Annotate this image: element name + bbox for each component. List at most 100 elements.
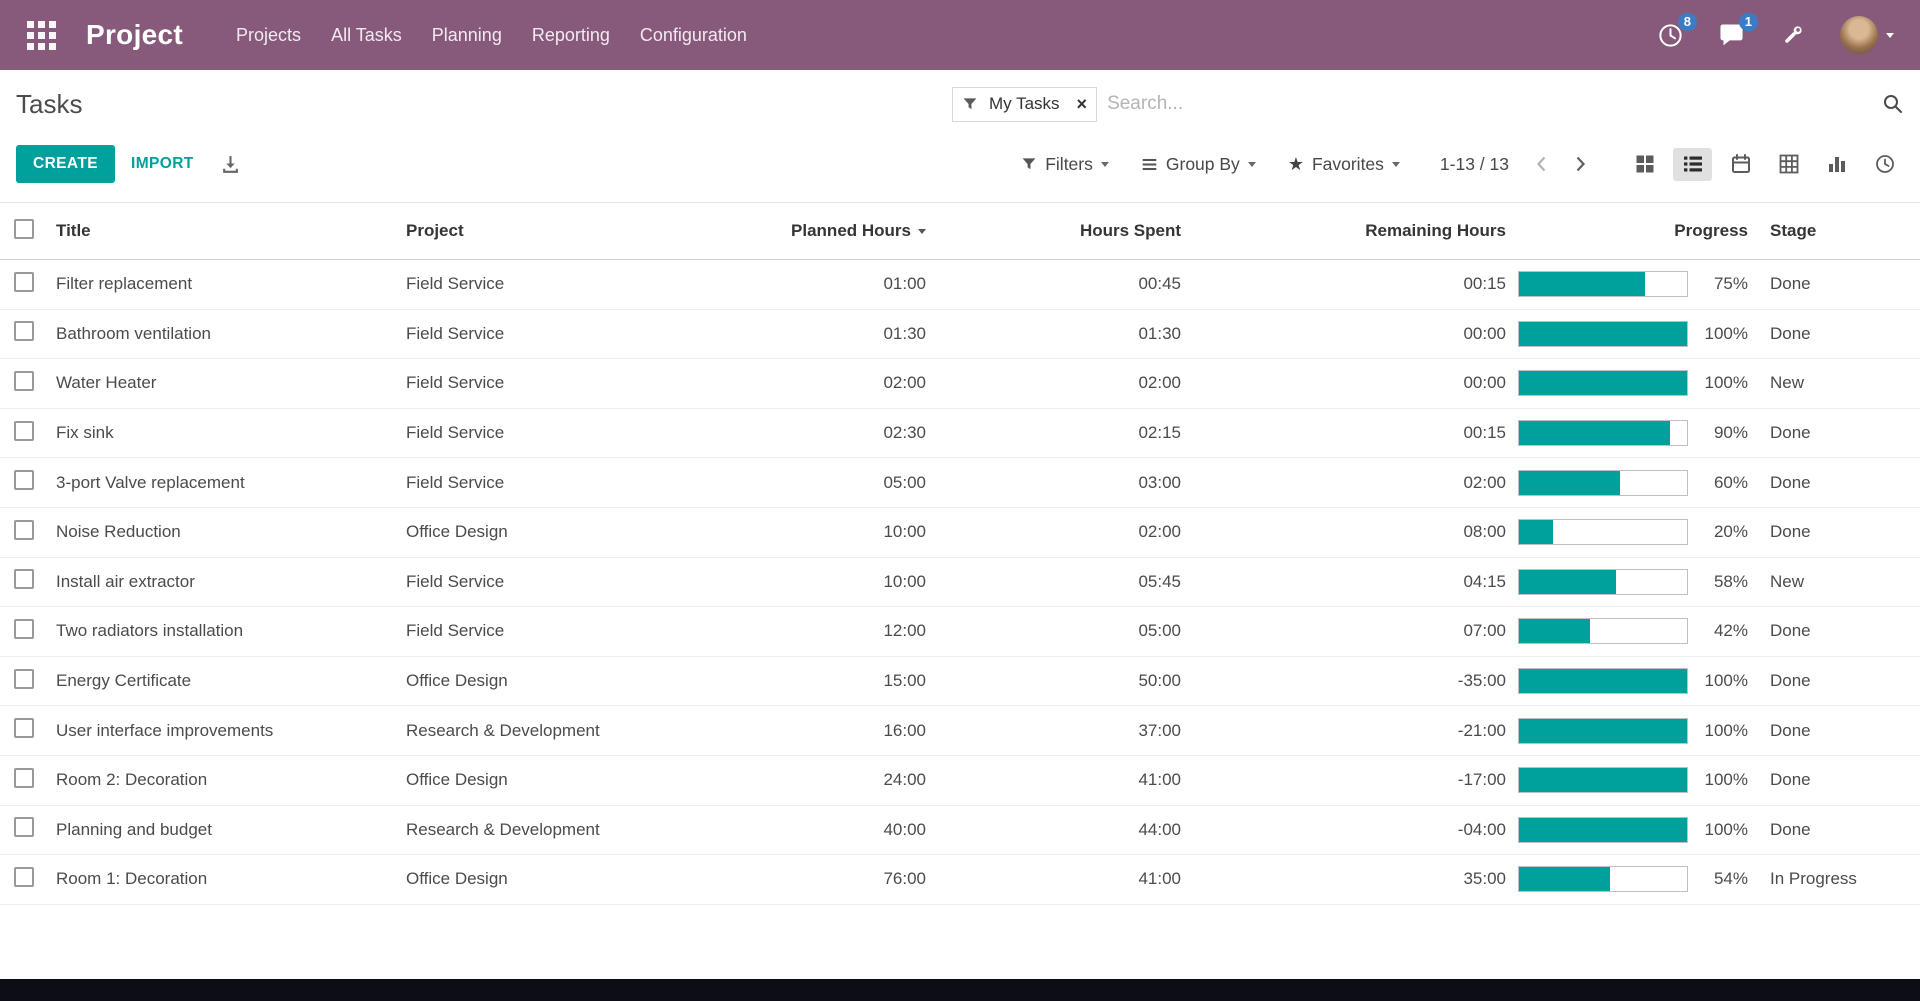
systray: 8 1 bbox=[1657, 12, 1920, 54]
activity-clock-icon[interactable]: 8 bbox=[1657, 12, 1697, 49]
tools-wrench-icon[interactable] bbox=[1779, 22, 1806, 49]
task-stage: Done bbox=[1770, 522, 1811, 542]
task-stage: Done bbox=[1770, 671, 1811, 691]
header-hours-spent[interactable]: Hours Spent bbox=[926, 221, 1181, 241]
row-checkbox[interactable] bbox=[14, 718, 34, 739]
task-row[interactable]: Room 2: Decoration Office Design 24:00 4… bbox=[0, 756, 1920, 806]
header-title[interactable]: Title bbox=[56, 221, 406, 241]
task-row[interactable]: Planning and budget Research & Developme… bbox=[0, 806, 1920, 856]
download-icon[interactable] bbox=[220, 154, 241, 175]
row-checkbox[interactable] bbox=[14, 370, 34, 391]
import-button[interactable]: IMPORT bbox=[131, 155, 194, 173]
task-planned-hours: 24:00 bbox=[883, 770, 926, 790]
page-title: Tasks bbox=[16, 88, 83, 119]
task-hours-spent: 02:00 bbox=[1138, 373, 1181, 393]
chevron-down-icon bbox=[1886, 32, 1894, 38]
task-remaining-hours: 35:00 bbox=[1463, 869, 1506, 889]
search-input[interactable] bbox=[1107, 93, 1874, 115]
row-checkbox[interactable] bbox=[14, 866, 34, 887]
row-checkbox[interactable] bbox=[14, 271, 34, 292]
row-checkbox[interactable] bbox=[14, 618, 34, 639]
task-row[interactable]: Install air extractor Field Service 10:0… bbox=[0, 558, 1920, 608]
facet-remove-icon[interactable]: × bbox=[1068, 88, 1097, 121]
task-row[interactable]: Filter replacement Field Service 01:00 0… bbox=[0, 260, 1920, 310]
task-progress-cell: 100% bbox=[1506, 816, 1756, 843]
menu-all-tasks[interactable]: All Tasks bbox=[316, 0, 417, 70]
task-project: Research & Development bbox=[406, 819, 600, 839]
row-checkbox[interactable] bbox=[14, 767, 34, 788]
row-checkbox[interactable] bbox=[14, 668, 34, 689]
menu-reporting[interactable]: Reporting bbox=[517, 0, 625, 70]
header-planned-hours[interactable]: Planned Hours bbox=[736, 221, 926, 241]
pager-next-icon[interactable] bbox=[1561, 154, 1599, 174]
row-checkbox[interactable] bbox=[14, 420, 34, 441]
task-project: Field Service bbox=[406, 571, 505, 591]
menu-planning[interactable]: Planning bbox=[417, 0, 517, 70]
row-checkbox[interactable] bbox=[14, 470, 34, 491]
task-project: Field Service bbox=[406, 423, 505, 443]
user-menu[interactable] bbox=[1840, 16, 1894, 54]
task-stage: New bbox=[1770, 571, 1805, 591]
task-stage: Done bbox=[1770, 274, 1811, 294]
header-stage[interactable]: Stage bbox=[1756, 221, 1920, 241]
pager-previous-icon[interactable] bbox=[1523, 154, 1561, 174]
select-all-checkbox[interactable] bbox=[14, 218, 34, 239]
task-row[interactable]: Two radiators installation Field Service… bbox=[0, 607, 1920, 657]
task-planned-hours: 02:00 bbox=[883, 373, 926, 393]
task-row[interactable]: Noise Reduction Office Design 10:00 02:0… bbox=[0, 508, 1920, 558]
menu-configuration[interactable]: Configuration bbox=[625, 0, 762, 70]
task-row[interactable]: Bathroom ventilation Field Service 01:30… bbox=[0, 310, 1920, 360]
task-progress-cell: 42% bbox=[1506, 618, 1756, 645]
star-icon: ★ bbox=[1287, 154, 1304, 174]
task-project: Field Service bbox=[406, 274, 505, 294]
header-progress[interactable]: Progress bbox=[1506, 221, 1756, 241]
row-checkbox[interactable] bbox=[14, 569, 34, 590]
progress-fill bbox=[1519, 421, 1671, 446]
task-row[interactable]: Room 1: Decoration Office Design 76:00 4… bbox=[0, 855, 1920, 905]
graph-view-icon[interactable] bbox=[1817, 148, 1856, 181]
task-progress-cell: 100% bbox=[1506, 320, 1756, 347]
task-row[interactable]: Energy Certificate Office Design 15:00 5… bbox=[0, 657, 1920, 707]
task-planned-hours: 01:30 bbox=[883, 323, 926, 343]
task-title: Filter replacement bbox=[56, 274, 193, 294]
task-stage: Done bbox=[1770, 770, 1811, 790]
progress-percent: 100% bbox=[1704, 323, 1748, 343]
task-row[interactable]: Fix sink Field Service 02:30 02:15 00:15… bbox=[0, 409, 1920, 459]
header-remaining-hours[interactable]: Remaining Hours bbox=[1181, 221, 1506, 241]
task-project: Office Design bbox=[406, 869, 508, 889]
activity-view-icon[interactable] bbox=[1865, 148, 1904, 181]
app-title[interactable]: Project bbox=[86, 19, 183, 51]
row-checkbox[interactable] bbox=[14, 519, 34, 540]
task-row[interactable]: User interface improvements Research & D… bbox=[0, 706, 1920, 756]
filters-dropdown[interactable]: Filters bbox=[1021, 154, 1109, 175]
create-button[interactable]: CREATE bbox=[16, 145, 115, 183]
task-row[interactable]: Water Heater Field Service 02:00 02:00 0… bbox=[0, 359, 1920, 409]
apps-menu-icon[interactable] bbox=[24, 18, 58, 52]
progress-bar bbox=[1518, 568, 1688, 595]
search-icon[interactable] bbox=[1882, 93, 1904, 115]
group-by-dropdown[interactable]: Group By bbox=[1141, 154, 1256, 175]
header-project[interactable]: Project bbox=[406, 221, 736, 241]
progress-fill bbox=[1519, 520, 1553, 545]
messages-icon[interactable]: 1 bbox=[1718, 12, 1758, 49]
list-view-icon[interactable] bbox=[1673, 147, 1712, 181]
calendar-view-icon[interactable] bbox=[1721, 148, 1760, 181]
row-checkbox[interactable] bbox=[14, 817, 34, 838]
menu-projects[interactable]: Projects bbox=[221, 0, 316, 70]
task-hours-spent: 03:00 bbox=[1138, 472, 1181, 492]
task-stage: Done bbox=[1770, 472, 1811, 492]
progress-percent: 20% bbox=[1713, 522, 1748, 542]
main-menu: Projects All Tasks Planning Reporting Co… bbox=[221, 0, 762, 70]
pivot-view-icon[interactable] bbox=[1769, 148, 1808, 181]
task-hours-spent: 41:00 bbox=[1138, 869, 1181, 889]
progress-bar bbox=[1518, 618, 1688, 645]
progress-percent: 100% bbox=[1704, 819, 1748, 839]
row-checkbox[interactable] bbox=[14, 321, 34, 342]
task-hours-spent: 05:00 bbox=[1138, 621, 1181, 641]
task-row[interactable]: 3-port Valve replacement Field Service 0… bbox=[0, 458, 1920, 508]
progress-percent: 100% bbox=[1704, 720, 1748, 740]
task-title: Energy Certificate bbox=[56, 671, 192, 691]
kanban-view-icon[interactable] bbox=[1625, 148, 1664, 181]
search-bar[interactable]: My Tasks × bbox=[952, 86, 1904, 122]
favorites-dropdown[interactable]: ★ Favorites bbox=[1288, 154, 1400, 175]
